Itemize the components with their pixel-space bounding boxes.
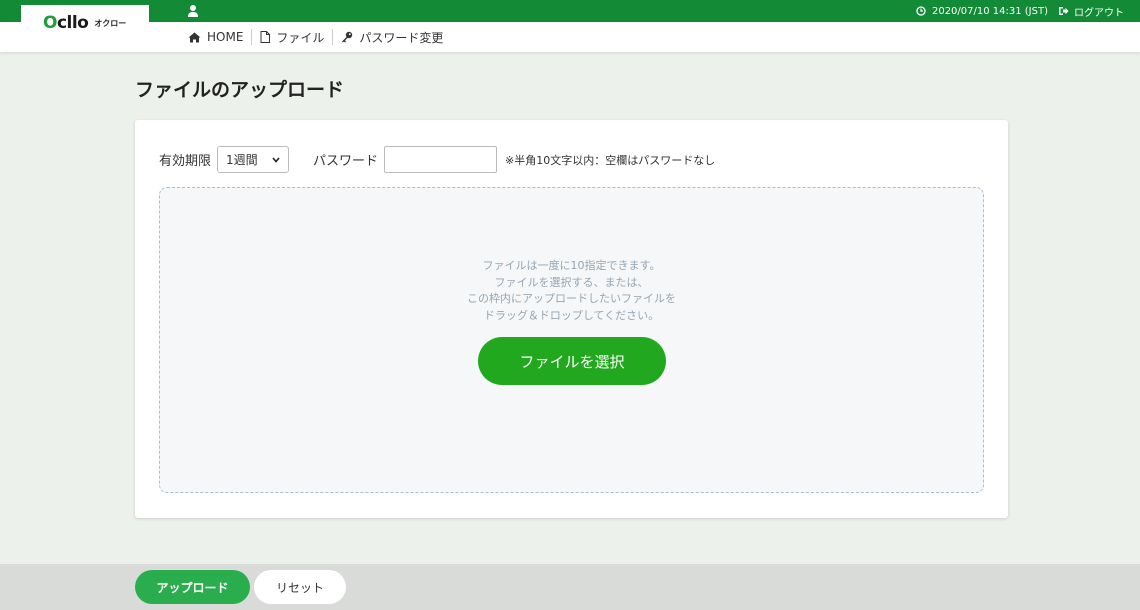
nav-bar: HOME ファイル パスワード変更 <box>0 22 1140 52</box>
drop-instruction-line: ファイルは一度に10指定できます。 <box>482 259 661 272</box>
reset-button[interactable]: リセット <box>254 570 346 604</box>
user-icon[interactable] <box>187 4 199 18</box>
logo-mark: Ocllo <box>43 13 89 33</box>
upload-options: 有効期限 1週間 パスワード ※半角10文字以内：空欄はパスワードなし <box>159 146 715 173</box>
top-bar: 2020/07/10 14:31 (JST) ログアウト <box>0 0 1140 22</box>
page-title: ファイルのアップロード <box>135 79 345 101</box>
logo[interactable]: Ocllo オクロー <box>21 5 149 41</box>
expiry-select[interactable]: 1週間 <box>217 146 290 173</box>
password-label: パスワード <box>313 154 379 169</box>
logout-link[interactable]: ログアウト <box>1058 4 1124 19</box>
upload-button[interactable]: アップロード <box>135 570 250 604</box>
header-right: 2020/07/10 14:31 (JST) ログアウト <box>916 0 1124 22</box>
home-icon <box>188 32 201 42</box>
select-file-button[interactable]: ファイルを選択 <box>478 337 666 385</box>
upload-card: 有効期限 1週間 パスワード ※半角10文字以内：空欄はパスワードなし ファイル… <box>135 120 1008 518</box>
logo-o-icon: O <box>43 13 57 33</box>
password-input[interactable] <box>384 146 498 173</box>
logo-text: cllo <box>56 13 89 33</box>
logout-label: ログアウト <box>1074 7 1124 19</box>
chevron-down-icon <box>272 156 280 163</box>
drop-instructions: ファイルは一度に10指定できます。 ファイルを選択する、または、 この枠内にアッ… <box>160 258 983 324</box>
nav-item-password-change[interactable]: パスワード変更 <box>333 29 451 46</box>
clock-icon <box>916 6 926 16</box>
file-icon <box>260 31 271 43</box>
drop-instruction-line: ドラッグ＆ドロップしてください。 <box>483 308 660 322</box>
drop-instruction-line: ファイルを選択する、または、 <box>494 275 649 289</box>
nav-item-label: パスワード変更 <box>359 30 444 45</box>
logout-icon <box>1059 7 1069 15</box>
expiry-value: 1週間 <box>226 153 258 167</box>
nav-item-label: ファイル <box>276 30 325 45</box>
nav-item-home[interactable]: HOME <box>188 30 251 44</box>
footer-bar: アップロード リセット <box>0 564 1140 610</box>
current-datetime: 2020/07/10 14:31 (JST) <box>931 5 1048 17</box>
password-note: ※半角10文字以内：空欄はパスワードなし <box>505 153 716 167</box>
nav-item-file[interactable]: ファイル <box>252 29 332 46</box>
file-drop-zone[interactable]: ファイルは一度に10指定できます。 ファイルを選択する、または、 この枠内にアッ… <box>159 187 984 493</box>
nav-item-label: HOME <box>207 30 244 44</box>
logo-subtitle: オクロー <box>94 18 127 28</box>
expiry-label: 有効期限 <box>159 154 212 169</box>
drop-instruction-line: この枠内にアップロードしたいファイルを <box>467 292 676 305</box>
key-icon <box>342 31 353 43</box>
main-nav: HOME ファイル パスワード変更 <box>188 22 451 52</box>
